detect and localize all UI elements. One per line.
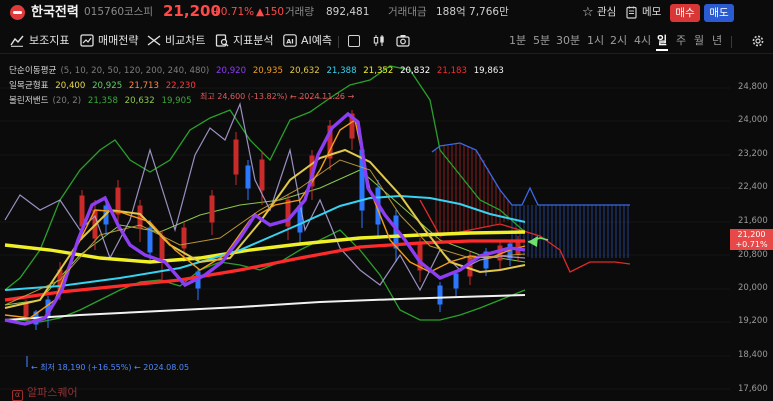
- memo-icon[interactable]: [626, 6, 637, 22]
- badge-pct: +0.71%: [735, 240, 768, 249]
- tf-4hour[interactable]: 4시: [634, 33, 651, 48]
- analysis-icon[interactable]: [215, 34, 229, 47]
- axis-label: 24,800: [738, 82, 768, 92]
- company-logo: [10, 5, 25, 20]
- compare-icon[interactable]: [147, 34, 161, 47]
- svg-text:AI: AI: [286, 37, 293, 45]
- legend-bollinger-v2: 20,632: [124, 96, 155, 106]
- tf-day[interactable]: 일: [657, 33, 667, 48]
- tf-year[interactable]: 년: [712, 33, 722, 48]
- axis-label: 19,200: [738, 316, 768, 326]
- favorite-label[interactable]: 관심: [597, 4, 616, 21]
- tf-month[interactable]: 월: [694, 33, 704, 48]
- high-annotation: 최고 24,600 (-13.82%) ← 2024.11.26 →: [200, 92, 355, 101]
- change-amount: ▲150: [256, 6, 285, 18]
- legend-ichimoku-v2: 20,925: [92, 81, 123, 91]
- buy-button[interactable]: 매수: [670, 4, 700, 22]
- market-label: 코스피: [124, 6, 153, 18]
- axis-label: 18,400: [738, 350, 768, 360]
- watermark-text: 알파스퀘어: [27, 386, 78, 399]
- legend-bollinger-v1: 21,358: [87, 96, 118, 106]
- toolbar-analysis[interactable]: 지표분석: [233, 33, 273, 48]
- ma-white-480: [4, 294, 526, 321]
- axis-label: 24,000: [738, 115, 768, 125]
- candlestick-icon[interactable]: [372, 34, 386, 47]
- legend-sma[interactable]: 단순이동평균 (5, 10, 20, 50, 120, 200, 240, 480…: [9, 64, 508, 79]
- indicator-icon[interactable]: [10, 34, 24, 47]
- toolbar-compare[interactable]: 비교차트: [165, 33, 205, 48]
- settings-icon[interactable]: [752, 35, 764, 47]
- legend-bollinger-v3: 19,905: [161, 96, 192, 106]
- legend-sma-v8: 19,863: [473, 66, 504, 76]
- stock-code: 015760: [84, 6, 125, 18]
- axis-label: 21,600: [738, 216, 768, 226]
- legend-sma-v2: 20,935: [252, 66, 283, 76]
- axis-label: 22,400: [738, 182, 768, 192]
- toolbar-divider: [338, 36, 339, 48]
- volume-label: 거래량: [285, 6, 314, 18]
- legend-ichimoku-v1: 20,400: [55, 81, 86, 91]
- axis-label: 20,000: [738, 283, 768, 293]
- legend-ichimoku-v3: 21,713: [128, 81, 159, 91]
- legend-sma-v3: 20,632: [289, 66, 320, 76]
- layout-square-icon[interactable]: [348, 35, 360, 47]
- change-percent: +0.71%: [212, 6, 255, 18]
- legend-sma-v5: 21,352: [363, 66, 394, 76]
- legend-sma-v4: 21,388: [326, 66, 357, 76]
- axis-label: 20,800: [738, 250, 768, 260]
- camera-icon[interactable]: [396, 34, 410, 47]
- badge-price: 21,200: [737, 230, 766, 239]
- legend-bollinger-label: 볼린저밴드: [9, 96, 49, 106]
- toolbar-indicators[interactable]: 보조지표: [29, 33, 69, 48]
- stock-name[interactable]: 한국전력: [31, 4, 79, 21]
- low-annotation: ← 최저 18,190 (+16.55%) ← 2024.08.05: [31, 363, 190, 372]
- axis-label: 23,200: [738, 149, 768, 159]
- toolbar-divider: [731, 36, 732, 48]
- legend-sma-v6: 20,832: [400, 66, 431, 76]
- toolbar-ai-forecast[interactable]: AI예측: [301, 33, 332, 48]
- tf-2hour[interactable]: 2시: [610, 33, 627, 48]
- sell-button[interactable]: 매도: [704, 4, 734, 22]
- ai-icon[interactable]: AI: [283, 34, 297, 47]
- legend-sma-v1: 20,920: [216, 66, 247, 76]
- star-icon[interactable]: ☆: [582, 6, 594, 19]
- tf-1hour[interactable]: 1시: [587, 33, 604, 48]
- stock-header: 한국전력 015760 코스피 21,200 +0.71% ▲150 거래량 8…: [0, 0, 773, 26]
- indicator-legend: 단순이동평균 (5, 10, 20, 50, 120, 200, 240, 480…: [9, 64, 508, 109]
- toolbar-strategy[interactable]: 매매전략: [98, 33, 138, 48]
- alpha-logo-icon: α: [12, 390, 23, 401]
- tf-week[interactable]: 주: [676, 33, 686, 48]
- watermark: α 알파스퀘어: [12, 384, 78, 401]
- legend-sma-label: 단순이동평균: [9, 66, 57, 76]
- legend-ichimoku-v4: 22,230: [165, 81, 196, 91]
- legend-sma-v7: 21,183: [436, 66, 467, 76]
- legend-sma-params: (5, 10, 20, 50, 120, 200, 240, 480): [60, 66, 210, 76]
- legend-ichimoku-label: 일목균형표: [9, 81, 49, 91]
- strategy-icon[interactable]: [80, 34, 94, 47]
- tf-30min[interactable]: 30분: [556, 33, 580, 48]
- amount-value: 188억 7,766만: [436, 6, 509, 18]
- volume-value: 892,481: [326, 6, 370, 18]
- tf-1min[interactable]: 1분: [509, 33, 526, 48]
- active-timeframe-underline: [656, 49, 668, 51]
- amount-label: 거래대금: [388, 6, 427, 18]
- memo-label[interactable]: 메모: [642, 4, 661, 21]
- legend-bollinger-params: (20, 2): [52, 96, 82, 106]
- current-price-badge: 21,200 +0.71%: [730, 229, 773, 250]
- axis-label: 17,600: [738, 384, 768, 394]
- tf-5min[interactable]: 5분: [533, 33, 550, 48]
